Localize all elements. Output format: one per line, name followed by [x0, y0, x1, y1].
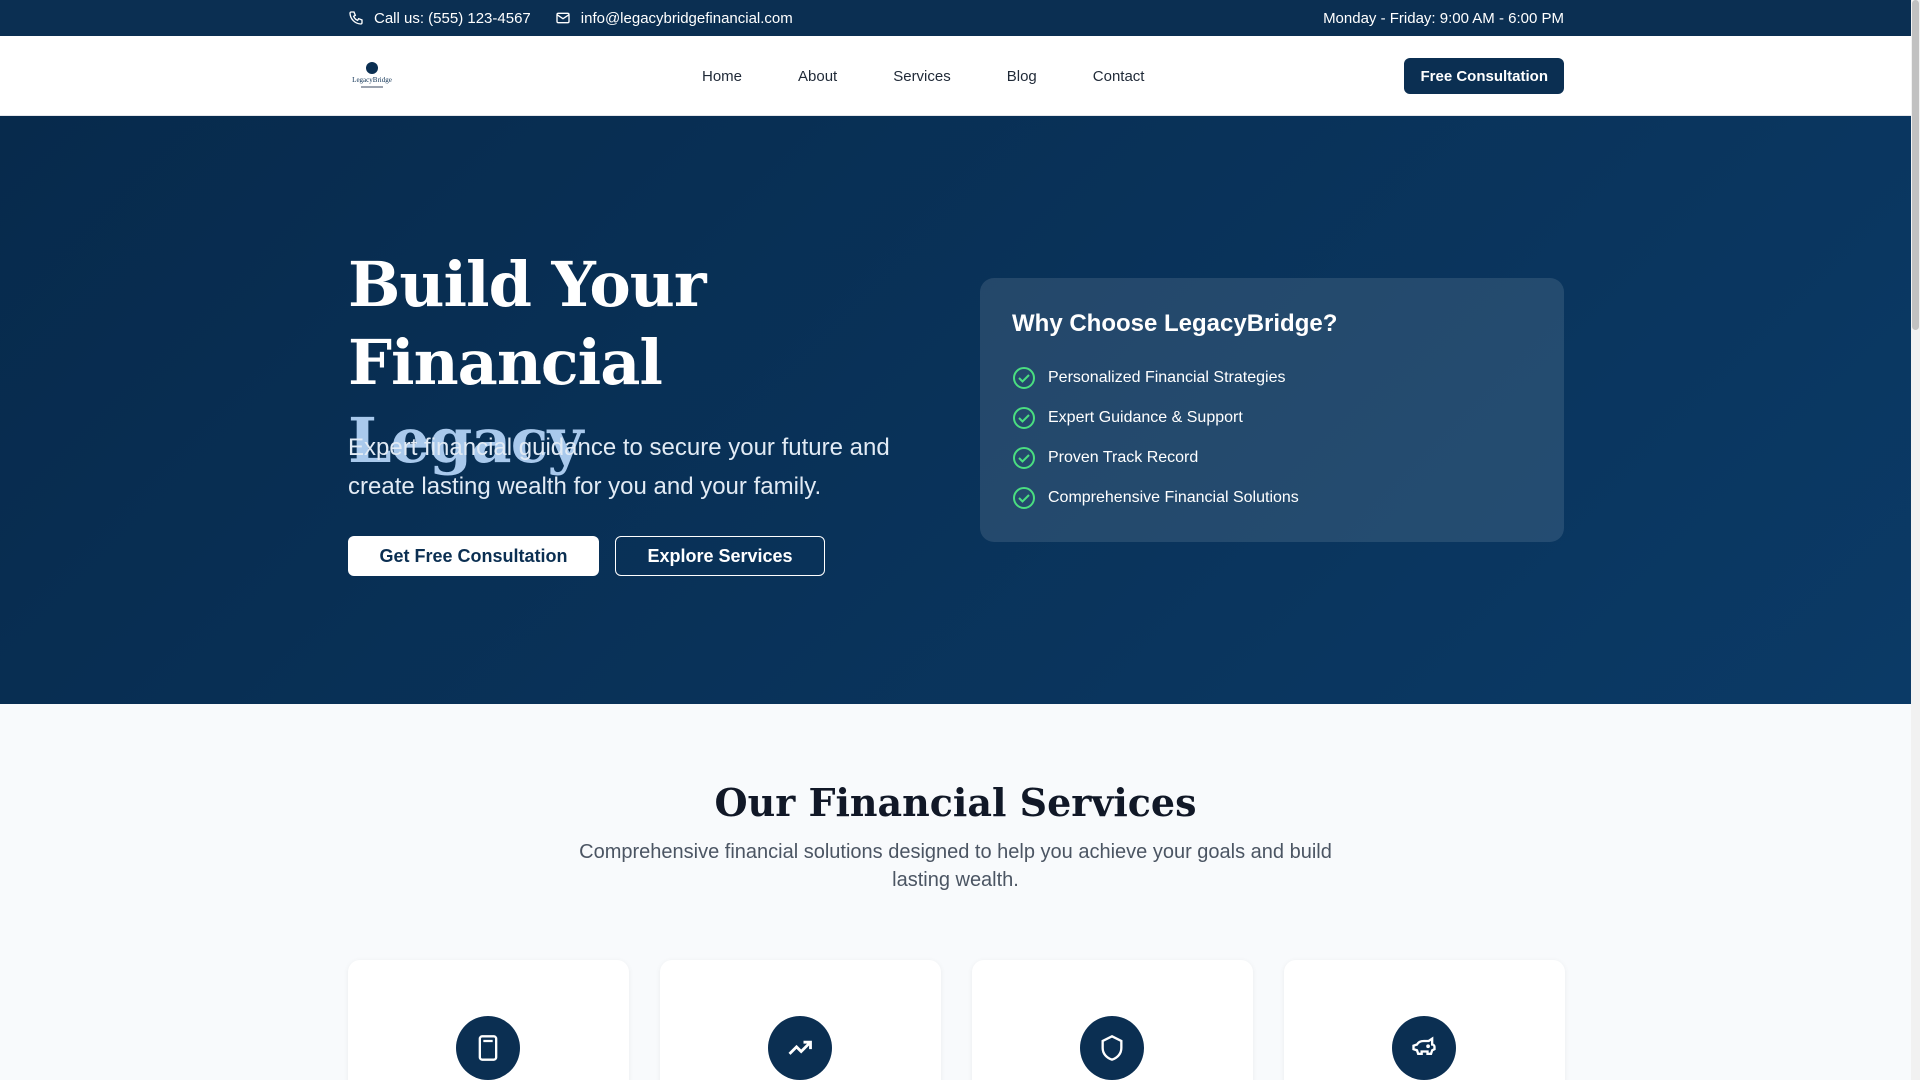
scrollbar-thumb[interactable]: [1912, 0, 1919, 330]
why-item: Personalized Financial Strategies: [1012, 358, 1532, 398]
hero-section: Build Your Financial Legacy Expert finan…: [0, 116, 1911, 704]
email-contact[interactable]: info@legacybridgefinancial.com: [555, 10, 793, 27]
nav-link-contact[interactable]: Contact: [1093, 68, 1145, 85]
service-icon-circle: [1392, 1016, 1456, 1080]
logo-tagline-bar: [361, 86, 383, 88]
nav-link-home[interactable]: Home: [702, 68, 742, 85]
main-navigation: LegacyBridge Home About Services Blog Co…: [0, 36, 1911, 116]
nav-link-services[interactable]: Services: [893, 68, 951, 85]
phone-text: Call us: (555) 123-4567: [374, 9, 531, 27]
why-item: Comprehensive Financial Solutions: [1012, 478, 1532, 518]
services-title: Our Financial Services: [714, 780, 1197, 825]
get-free-consultation-button[interactable]: Get Free Consultation: [348, 536, 599, 576]
phone-icon: [349, 11, 363, 25]
nav-links: Home About Services Blog Contact: [702, 36, 1200, 116]
why-choose-card: Why Choose LegacyBridge? Personalized Fi…: [980, 278, 1564, 542]
trending-up-icon: [788, 1040, 812, 1055]
service-card[interactable]: [1284, 960, 1565, 1080]
why-item-label: Comprehensive Financial Solutions: [1048, 489, 1299, 506]
business-hours: Monday - Friday: 9:00 AM - 6:00 PM: [1323, 9, 1564, 27]
logo-mark: [366, 62, 378, 74]
service-icon-circle: [456, 1016, 520, 1080]
hero-subtitle: Expert financial guidance to secure your…: [348, 434, 890, 500]
check-circle-icon: [1013, 447, 1035, 469]
explore-services-button[interactable]: Explore Services: [615, 536, 825, 576]
service-icon-circle: [768, 1016, 832, 1080]
service-card[interactable]: [972, 960, 1253, 1080]
mail-icon: [556, 12, 570, 24]
logo[interactable]: LegacyBridge: [352, 62, 392, 90]
why-item-label: Personalized Financial Strategies: [1048, 369, 1286, 386]
why-item-label: Expert Guidance & Support: [1048, 409, 1243, 426]
logo-wordmark: LegacyBridge: [352, 76, 392, 84]
hero-title-line1: Build Your Financial: [348, 248, 706, 399]
service-card[interactable]: [660, 960, 941, 1080]
piggy-bank-icon: [1412, 1036, 1436, 1055]
phone-contact[interactable]: Call us: (555) 123-4567: [348, 10, 531, 27]
email-text: info@legacybridgefinancial.com: [580, 9, 793, 27]
nav-link-blog[interactable]: Blog: [1007, 68, 1037, 85]
why-choose-title: Why Choose LegacyBridge?: [1012, 310, 1338, 337]
free-consultation-button[interactable]: Free Consultation: [1404, 58, 1564, 94]
top-bar: Call us: (555) 123-4567 info@legacybridg…: [0, 0, 1911, 36]
check-circle-icon: [1013, 487, 1035, 509]
why-item: Proven Track Record: [1012, 438, 1532, 478]
shield-icon: [1101, 1035, 1123, 1061]
nav-link-about[interactable]: About: [798, 68, 837, 85]
services-subtitle: Comprehensive financial solutions design…: [579, 841, 1332, 891]
why-item: Expert Guidance & Support: [1012, 398, 1532, 438]
check-circle-icon: [1013, 407, 1035, 429]
check-circle-icon: [1013, 367, 1035, 389]
why-item-label: Proven Track Record: [1048, 449, 1199, 466]
service-card[interactable]: [348, 960, 629, 1080]
calculator-icon: [478, 1035, 498, 1061]
service-icon-circle: [1080, 1016, 1144, 1080]
